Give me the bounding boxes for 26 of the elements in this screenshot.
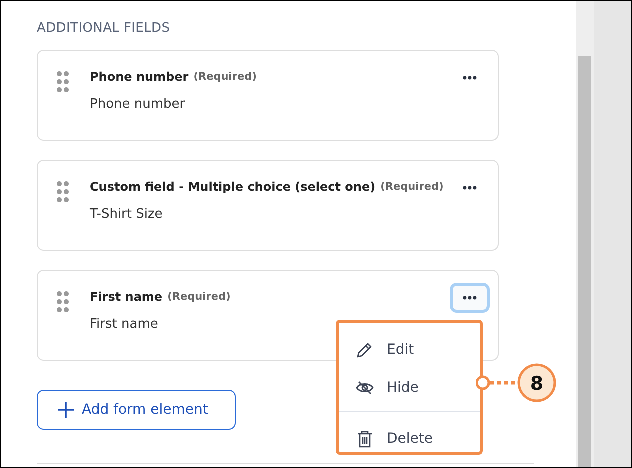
required-note: (Required) — [380, 181, 444, 193]
plus-icon — [58, 402, 74, 418]
section-title: ADDITIONAL FIELDS — [37, 21, 172, 36]
scrollbar[interactable] — [576, 1, 594, 467]
drag-handle-icon[interactable] — [57, 291, 69, 313]
more-icon — [463, 76, 477, 80]
callout-number: 8 — [530, 373, 544, 395]
drag-handle-icon[interactable] — [57, 71, 69, 93]
field-label: First name — [90, 290, 163, 304]
field-label: Phone number — [90, 70, 189, 84]
field-value: Phone number — [90, 97, 186, 112]
menu-item[interactable]: Hide — [339, 369, 480, 407]
required-note: (Required) — [168, 291, 231, 303]
menu-item[interactable]: Delete — [339, 420, 480, 458]
trash-icon — [355, 429, 375, 449]
drag-handle-icon[interactable] — [57, 181, 69, 203]
menu-item[interactable]: Edit — [339, 331, 480, 369]
field-value: T-Shirt Size — [90, 207, 164, 222]
more-button[interactable] — [450, 283, 490, 313]
required-note: (Required) — [194, 71, 257, 83]
scrollbar-thumb[interactable] — [578, 56, 591, 467]
add-form-element-button[interactable]: Add form element — [37, 390, 236, 430]
more-icon — [463, 186, 477, 190]
field-label: Custom field - Multiple choice (select one) — [90, 180, 376, 194]
field-value: First name — [90, 317, 160, 332]
more-icon — [463, 296, 477, 300]
